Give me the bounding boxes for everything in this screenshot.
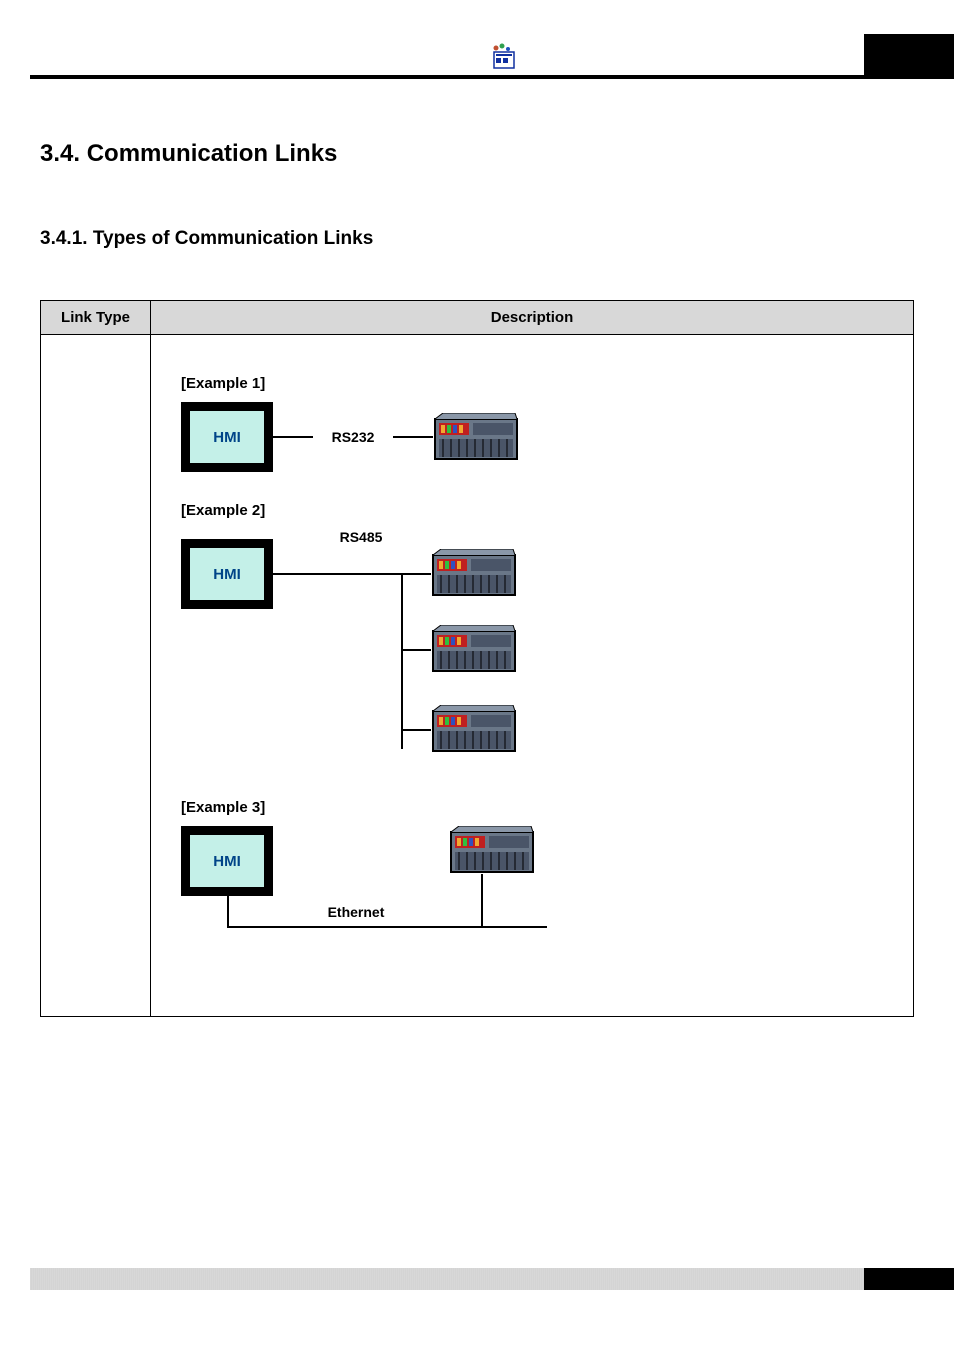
- links-table: Link Type Description [Example 1] HMI RS…: [40, 300, 914, 1017]
- td-link-type: [41, 335, 151, 1017]
- plc-device-icon: [431, 625, 517, 673]
- plc-device-icon: [431, 549, 517, 597]
- td-description: [Example 1] HMI RS232 [Example 2]: [151, 335, 914, 1017]
- example1-label: [Example 1]: [181, 375, 883, 392]
- plc-device-icon: [433, 413, 519, 461]
- hmi-device-icon: HMI: [181, 402, 273, 472]
- hmi-device-icon: HMI: [181, 826, 273, 896]
- hmi-device-icon: HMI: [181, 539, 273, 609]
- th-link-type: Link Type: [41, 301, 151, 335]
- plc-device-icon: [449, 826, 535, 874]
- document-icon: [490, 42, 518, 70]
- example2-label: [Example 2]: [181, 502, 883, 519]
- example1-diagram: HMI RS232: [181, 402, 883, 472]
- plc-device-icon: [431, 705, 517, 753]
- example3-label: [Example 3]: [181, 799, 883, 816]
- protocol-label-rs485: RS485: [321, 529, 401, 545]
- protocol-label-rs232: RS232: [313, 429, 393, 445]
- protocol-label-ethernet: Ethernet: [311, 904, 401, 920]
- section-heading: 3.4. Communication Links: [40, 140, 914, 168]
- subsection-heading: 3.4.1. Types of Communication Links: [40, 228, 914, 250]
- th-description: Description: [151, 301, 914, 335]
- example2-diagram: HMI RS485: [181, 529, 883, 769]
- header-divider: [30, 75, 924, 79]
- footer-bar: [30, 1268, 924, 1290]
- example3-diagram: HMI Ethernet: [181, 826, 883, 956]
